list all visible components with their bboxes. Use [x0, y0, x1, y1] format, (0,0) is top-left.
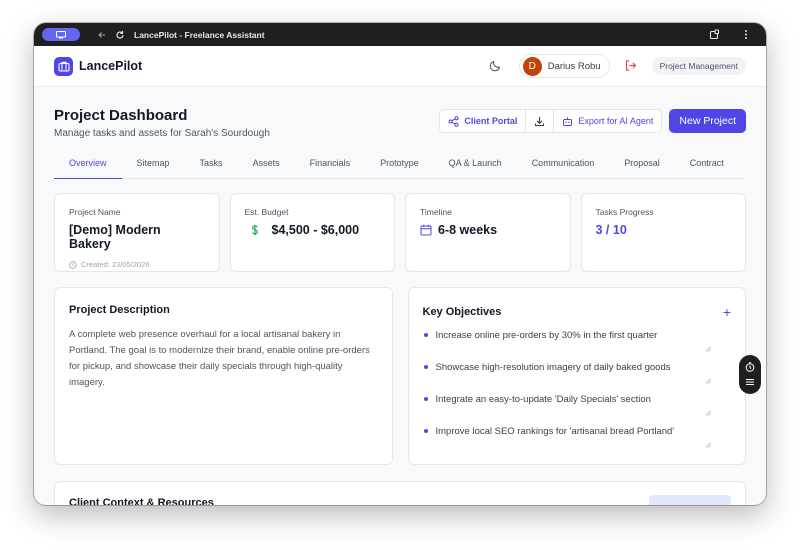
client-portal-label: Client Portal — [464, 116, 518, 126]
tab-overview[interactable]: Overview — [54, 158, 122, 179]
app-logo-text[interactable]: LancePilot — [79, 59, 142, 73]
tab-prototype[interactable]: Prototype — [365, 158, 434, 179]
objective-text: Showcase high-resolution imagery of dail… — [435, 362, 671, 373]
download-icon — [534, 116, 545, 127]
menu-icon[interactable] — [745, 377, 755, 387]
new-project-button[interactable]: New Project — [669, 109, 746, 133]
card-label: Project Name — [69, 207, 121, 217]
monitor-icon — [56, 30, 66, 38]
tab-assets[interactable]: Assets — [238, 158, 295, 179]
avatar: D — [522, 56, 542, 76]
objective-item[interactable]: Showcase high-resolution imagery of dail… — [423, 362, 732, 394]
reload-icon[interactable] — [114, 29, 126, 41]
description-text[interactable]: A complete web presence overhaul for a l… — [69, 327, 378, 391]
objective-item[interactable]: Improve local SEO rankings for 'artisana… — [423, 426, 732, 458]
action-button-group: Client Portal Export for AI Agent — [439, 109, 663, 133]
extensions-icon[interactable] — [708, 29, 720, 41]
objective-text: Integrate an easy-to-update 'Daily Speci… — [435, 394, 651, 405]
budget-value: $4,500 - $6,000 — [271, 223, 360, 237]
card-label: Est. Budget — [244, 207, 289, 217]
more-menu-icon[interactable] — [740, 29, 752, 41]
client-context-panel: Client Context & Resources — [54, 481, 746, 505]
client-context-action-button[interactable] — [649, 495, 731, 505]
tab-proposal[interactable]: Proposal — [609, 158, 675, 179]
tab-contract[interactable]: Contract — [675, 158, 739, 179]
add-objective-icon[interactable]: + — [723, 304, 731, 320]
title-bar: LancePilot - Freelance Assistant — [34, 23, 766, 46]
project-description-panel: Project Description A complete web prese… — [54, 287, 393, 465]
panel-title: Project Description — [69, 304, 170, 316]
app-window: LancePilot - Freelance Assistant LancePi… — [34, 23, 766, 505]
bullet-dot — [423, 397, 428, 401]
objective-text: Increase online pre-orders by 30% in the… — [435, 330, 658, 341]
project-name-card: Project Name [Demo] Modern Bakery Create… — [54, 193, 220, 272]
floating-toolbar — [739, 355, 761, 394]
timer-icon[interactable] — [745, 362, 755, 372]
bullet-dot — [423, 365, 428, 369]
bullet-dot — [423, 429, 428, 433]
tasks-progress-value: 3 / 10 — [595, 223, 627, 237]
resize-handle-icon[interactable] — [705, 378, 711, 384]
resize-handle-icon[interactable] — [705, 410, 711, 416]
card-label: Timeline — [420, 207, 452, 217]
moon-icon[interactable] — [489, 59, 503, 73]
dollar-icon — [251, 224, 263, 236]
app-tab[interactable] — [42, 28, 80, 41]
robot-icon — [562, 116, 573, 127]
tasks-progress-card: Tasks Progress 3 / 10 — [580, 193, 746, 272]
user-name: Darius Robu — [547, 60, 601, 72]
budget-card: Est. Budget $4,500 - $6,000 — [229, 193, 395, 272]
export-ai-label: Export for AI Agent — [578, 116, 654, 126]
tab-qa-launch[interactable]: QA & Launch — [434, 158, 517, 179]
tab-tasks[interactable]: Tasks — [185, 158, 238, 179]
created-date: Created: 23/05/2026 — [81, 260, 150, 269]
share-icon — [448, 115, 459, 127]
timeline-value: 6-8 weeks — [438, 223, 498, 237]
briefcase-icon — [54, 56, 73, 76]
timeline-card: Timeline 6-8 weeks — [405, 193, 571, 272]
objective-item[interactable]: Integrate an easy-to-update 'Daily Speci… — [423, 394, 732, 426]
back-icon[interactable] — [96, 29, 108, 41]
tab-financials[interactable]: Financials — [295, 158, 366, 179]
tab-sitemap[interactable]: Sitemap — [122, 158, 185, 179]
project-name-value: [Demo] Modern Bakery — [69, 223, 161, 251]
panel-title: Key Objectives — [422, 306, 502, 318]
export-ai-button[interactable]: Export for AI Agent — [554, 110, 661, 132]
objective-item[interactable]: Increase online pre-orders by 30% in the… — [423, 330, 732, 362]
resize-handle-icon[interactable] — [705, 442, 711, 448]
objective-text: Improve local SEO rankings for 'artisana… — [435, 426, 675, 437]
client-portal-button[interactable]: Client Portal — [440, 110, 527, 132]
key-objectives-panel: Key Objectives + Increase online pre-ord… — [407, 287, 746, 465]
window-title: LancePilot - Freelance Assistant — [134, 29, 265, 40]
calendar-icon — [420, 224, 432, 236]
clock-icon — [69, 260, 77, 269]
tab-communication[interactable]: Communication — [517, 158, 610, 179]
mode-badge[interactable]: Project Management — [651, 57, 746, 75]
download-button[interactable] — [526, 110, 555, 132]
tab-bar: Overview Sitemap Tasks Assets Financials… — [54, 158, 746, 179]
app-header: LancePilot D Darius Robu Project Managem… — [34, 46, 766, 87]
bullet-dot — [423, 333, 428, 337]
page-subtitle: Manage tasks and assets for Sarah's Sour… — [54, 128, 270, 139]
panel-title: Client Context & Resources — [69, 497, 214, 505]
resize-handle-icon[interactable] — [705, 346, 711, 352]
page-title: Project Dashboard — [54, 107, 188, 124]
main-content: Project Dashboard Manage tasks and asset… — [34, 87, 766, 505]
logout-icon[interactable] — [624, 59, 638, 73]
card-label: Tasks Progress — [595, 207, 654, 217]
user-menu[interactable]: D Darius Robu — [518, 54, 610, 78]
